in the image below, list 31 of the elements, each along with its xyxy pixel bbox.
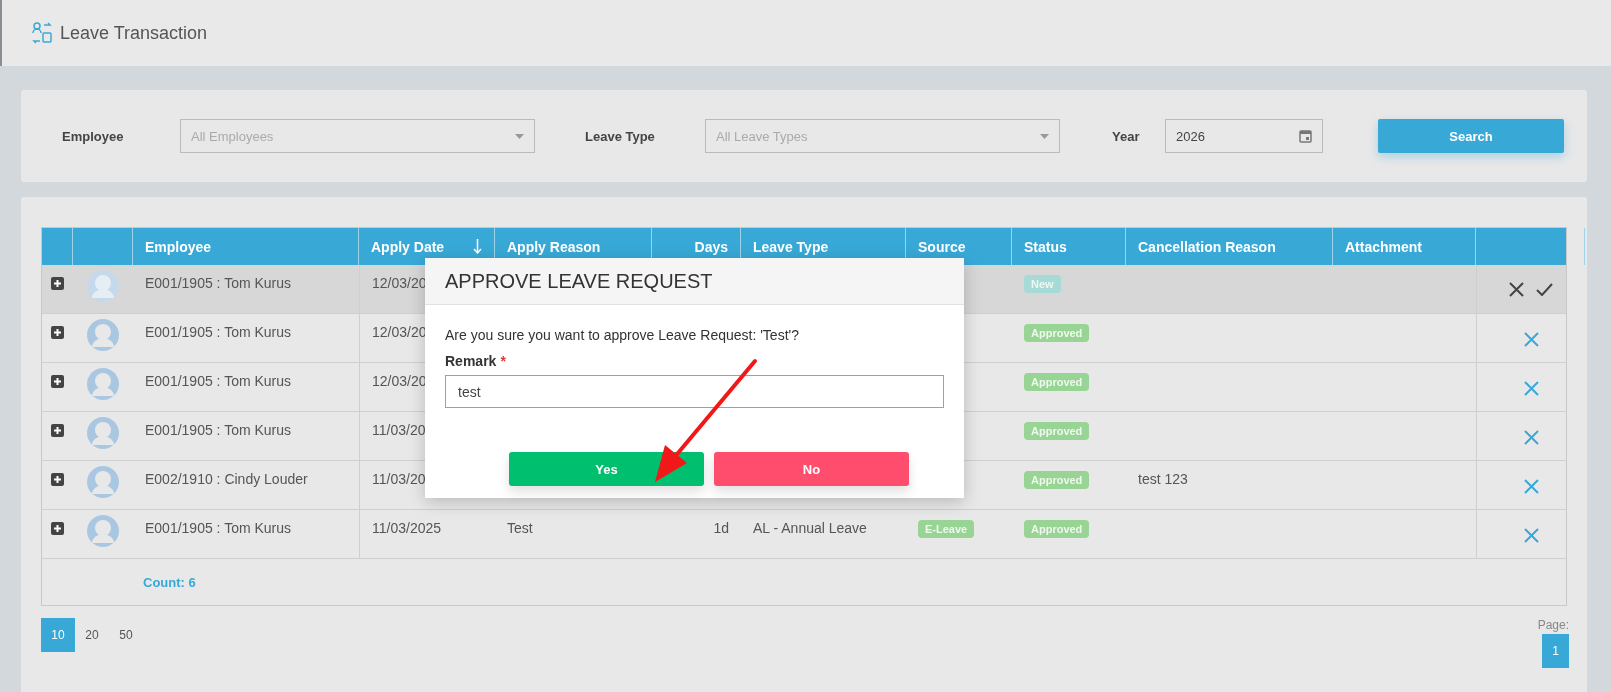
- days: 1d: [713, 520, 729, 536]
- employee-name: E001/1905 : Tom Kurus: [145, 324, 292, 340]
- page-title: Leave Transaction: [60, 22, 208, 44]
- filter-label: Leave Type: [585, 128, 656, 144]
- apply-date: 12/03/20: [372, 373, 427, 389]
- status-badge: Approved: [1024, 520, 1090, 538]
- apply-date: 12/03/20: [372, 324, 427, 340]
- apply-date: 11/03/20: [372, 471, 426, 487]
- status-badge: Approved: [1024, 471, 1090, 489]
- status-badge: Approved: [1024, 373, 1090, 391]
- filter-label: Year: [1112, 128, 1141, 144]
- page-label: Page:: [1537, 618, 1569, 632]
- cancellation-reason: test 123: [1138, 471, 1188, 487]
- status-badge: Approved: [1024, 422, 1090, 440]
- apply-reason: Test: [507, 520, 533, 536]
- apply-date: 12/03/20: [372, 275, 427, 291]
- status-badge: Approved: [1024, 324, 1090, 342]
- dialog-message: Are you sure you want to approve Leave Request: 'Test'?: [445, 327, 800, 343]
- dialog-title: APPROVE LEAVE REQUEST: [445, 269, 713, 293]
- employee-name: E001/1905 : Tom Kurus: [145, 275, 292, 291]
- source-badge: E-Leave: [918, 520, 975, 538]
- row-count: Count: 6: [143, 574, 196, 590]
- apply-date: 11/03/2025: [372, 520, 442, 536]
- filter-label: Employee: [62, 128, 125, 144]
- employee-name: E001/1905 : Tom Kurus: [145, 422, 292, 438]
- status-badge: New: [1024, 275, 1061, 293]
- apply-date: 11/03/20: [372, 422, 426, 438]
- employee-name: E001/1905 : Tom Kurus: [145, 520, 292, 536]
- leave-type: AL - Annual Leave: [753, 520, 867, 536]
- employee-name: E002/1910 : Cindy Louder: [145, 471, 308, 487]
- employee-name: E001/1905 : Tom Kurus: [145, 373, 292, 389]
